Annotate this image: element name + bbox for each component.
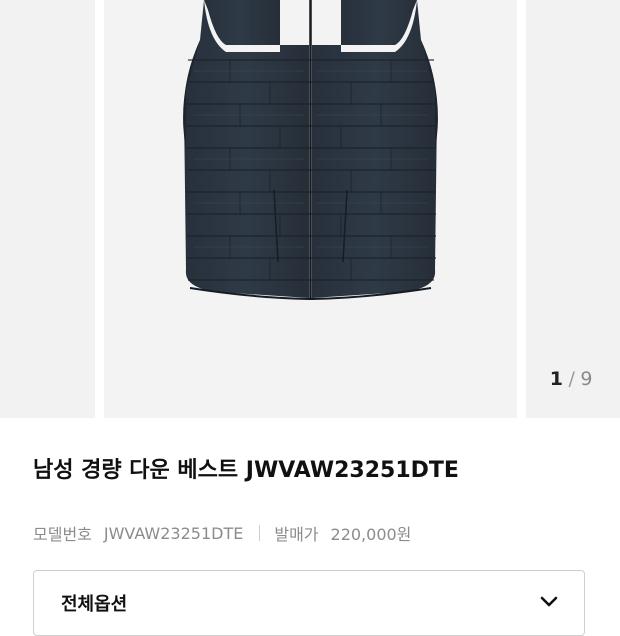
release-price-value: 220,000원 — [330, 525, 412, 544]
model-number-value: JWVAW23251DTE — [103, 523, 244, 543]
product-image-gallery[interactable]: 1/9 — [0, 0, 620, 418]
option-select-dropdown[interactable]: 전체옵션 — [33, 570, 585, 636]
next-image-panel[interactable] — [526, 0, 620, 418]
release-price-label: 발매가 — [274, 525, 319, 544]
meta-divider — [259, 525, 261, 541]
current-image-index: 1 — [549, 368, 564, 390]
main-product-image[interactable] — [104, 0, 517, 418]
total-image-count: 9 — [580, 368, 593, 390]
counter-separator: / — [568, 368, 576, 390]
image-counter: 1/9 — [550, 368, 593, 390]
product-title: 남성 경량 다운 베스트 JWVAW23251DTE — [33, 458, 459, 483]
previous-image-panel[interactable] — [0, 0, 95, 418]
chevron-down-icon — [540, 596, 558, 607]
model-number-label: 모델번호 — [33, 525, 92, 544]
vest-photo-icon — [183, 0, 438, 300]
option-select-label: 전체옵션 — [61, 594, 128, 615]
product-meta: 모델번호 JWVAW23251DTE 발매가 220,000원 — [33, 521, 411, 545]
